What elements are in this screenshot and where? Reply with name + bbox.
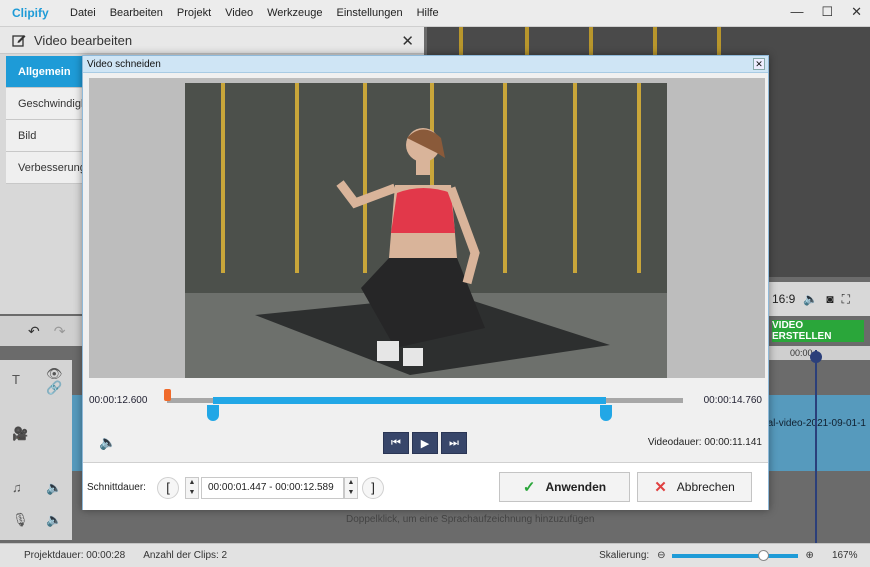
statusbar: Projektdauer: 00:00:28 Anzahl der Clips:… [0, 543, 870, 567]
voiceover-hint: Doppelklick, um eine Sprachaufzeichnung … [346, 514, 595, 525]
scale-slider[interactable] [671, 549, 798, 561]
tab-allgemein[interactable]: Allgemein [6, 56, 84, 88]
close-icon[interactable]: ✕ [401, 32, 414, 50]
video-still [185, 83, 667, 378]
camera-icon: 🎥 [12, 426, 29, 441]
link-icon[interactable]: 🔗 [46, 380, 62, 396]
menu-einstellungen[interactable]: Einstellungen [337, 7, 403, 19]
edit-panel-header: Video bearbeiten ✕ [0, 27, 424, 54]
dialog-title: Video schneiden [87, 58, 161, 70]
edit-icon [12, 35, 26, 47]
start-spinner[interactable]: ▲ ▼ [185, 477, 199, 499]
cancel-icon: ✕ [654, 479, 667, 496]
scale-slider-knob[interactable] [757, 549, 769, 561]
set-start-button[interactable]: [ [157, 477, 179, 499]
trim-playhead[interactable] [164, 389, 171, 401]
cut-range-input[interactable]: 00:00:01.447 - 00:00:12.589 [201, 477, 344, 499]
volume-icon[interactable]: 🔈 [803, 292, 818, 306]
dialog-volume-icon[interactable]: 🔈 [99, 434, 116, 451]
trim-end-time: 00:00:14.760 [703, 395, 762, 406]
menubar: Clipify Datei Bearbeiten Projekt Video W… [0, 0, 870, 27]
menu-video[interactable]: Video [225, 7, 253, 19]
window-close-button[interactable]: ✕ [851, 4, 862, 20]
redo-icon[interactable]: ↷ [54, 323, 66, 340]
project-duration: Projektdauer: 00:00:28 [24, 550, 126, 561]
create-video-button[interactable]: VIDEO ERSTELLEN [772, 320, 864, 342]
tab-verbesserung[interactable]: Verbesserung [6, 152, 86, 184]
trim-start-time: 00:00:12.600 [89, 395, 148, 406]
dialog-footer: Schnittdauer: [ ▲ ▼ 00:00:01.447 - 00:00:… [83, 462, 768, 510]
play-icon[interactable]: ▶ [412, 432, 438, 454]
scale-label: Skalierung: [599, 550, 650, 561]
cancel-button[interactable]: ✕ Abbrechen [637, 472, 752, 502]
skip-back-icon[interactable]: ⏮ [383, 432, 409, 454]
menu-werkzeuge[interactable]: Werkzeuge [267, 7, 322, 19]
preview-controls: 16:9 🔈 ◙ ⛶ [768, 282, 870, 316]
maximize-button[interactable]: ☐ [821, 4, 833, 20]
video-frame [185, 83, 667, 378]
menu-datei[interactable]: Datei [70, 7, 96, 19]
timeline-playhead[interactable] [815, 350, 817, 543]
dialog-titlebar: Video schneiden ✕ [83, 56, 768, 73]
dialog-close-icon[interactable]: ✕ [753, 58, 765, 70]
cut-duration-label: Schnittdauer: [87, 482, 146, 493]
tab-geschwindigkeit[interactable]: Geschwindigk [6, 88, 86, 120]
trim-handle-left[interactable] [207, 405, 220, 421]
set-end-button[interactable]: ] [362, 477, 384, 499]
zoom-in-button[interactable]: ⊕ [806, 550, 814, 561]
fullscreen-icon[interactable]: ⛶ [842, 292, 850, 307]
clip-count: Anzahl der Clips: 2 [143, 550, 228, 561]
undo-icon[interactable]: ↶ [28, 323, 40, 340]
video-duration: Videodauer: 00:00:11.141 [647, 437, 762, 448]
trim-selection[interactable] [213, 397, 606, 404]
music-icon: ♫ [12, 480, 22, 495]
apply-button[interactable]: ✓ Anwenden [499, 472, 630, 502]
aspect-ratio[interactable]: 16:9 [772, 292, 795, 306]
text-icon: T [12, 372, 20, 387]
timeline-toolbar: ↶ ↷ [0, 316, 82, 346]
menu-bearbeiten[interactable]: Bearbeiten [110, 7, 163, 19]
cut-video-dialog: Video schneiden ✕ 00:00:12.600 00:00:14.… [82, 55, 769, 510]
mic-icon: 🎙 [12, 512, 29, 527]
scale-value: 167% [831, 550, 858, 561]
apply-label: Anwenden [545, 480, 607, 494]
mic-volume-icon[interactable]: 🔈 [46, 512, 62, 528]
trim-handle-right[interactable] [599, 405, 612, 421]
menu-hilfe[interactable]: Hilfe [417, 7, 439, 19]
edit-panel-title: Video bearbeiten [34, 32, 133, 48]
playhead-knob[interactable] [810, 351, 822, 363]
zoom-out-button[interactable]: ⊖ [657, 550, 665, 561]
cancel-label: Abbrechen [676, 480, 735, 494]
screenshot-icon[interactable]: ◙ [826, 292, 833, 306]
app-logo: Clipify [12, 6, 49, 20]
track-volume-icon[interactable]: 🔈 [46, 480, 62, 496]
skip-forward-icon[interactable]: ⏭ [441, 432, 467, 454]
track-icons: T 👁 🔗 🎥 ♫ 🔈 🎙 🔈 [0, 360, 72, 540]
minimize-button[interactable]: — [790, 4, 803, 20]
menu-projekt[interactable]: Projekt [177, 7, 211, 19]
end-spinner[interactable]: ▲ ▼ [344, 477, 358, 499]
check-icon: ✓ [522, 479, 536, 496]
tab-bild[interactable]: Bild [6, 120, 84, 152]
dialog-video-area [89, 78, 765, 378]
